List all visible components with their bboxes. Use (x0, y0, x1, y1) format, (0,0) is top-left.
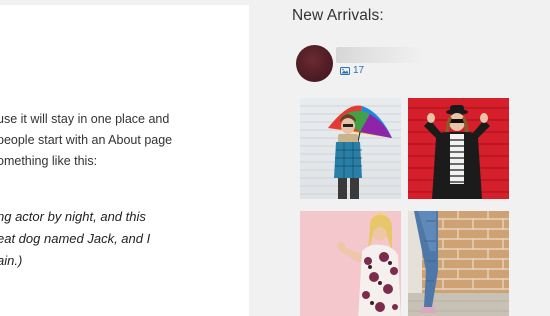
photo-image (300, 105, 401, 199)
paragraph-line: use it will stay in one place and (0, 112, 170, 126)
image-icon (340, 66, 350, 75)
sidebar: New Arrivals: 17 (249, 0, 550, 316)
page: use it will stay in one place and people… (0, 0, 550, 316)
avatar[interactable] (296, 45, 333, 82)
widget-title: New Arrivals: (292, 7, 384, 24)
photo-woman-pink-floral-dress[interactable] (300, 211, 401, 316)
example-quote: ng actor by night, and this eat dog name… (0, 206, 150, 272)
main-content: use it will stay in one place and people… (0, 5, 249, 316)
paragraph-line: omething like this: (0, 154, 98, 168)
quote-line: ng actor by night, and this (0, 209, 146, 224)
quote-line: eat dog named Jack, and I (0, 231, 151, 246)
body-paragraph: use it will stay in one place and people… (0, 109, 172, 172)
quote-line: ain.) (0, 253, 23, 268)
photo-image (408, 211, 509, 316)
photo-image (408, 105, 509, 199)
photo-woman-rainbow-umbrella[interactable] (300, 98, 401, 199)
photo-woman-red-wall-leather-jacket[interactable] (408, 98, 509, 199)
media-count-value: 17 (353, 65, 365, 76)
instagram-profile[interactable]: 17 (296, 44, 476, 84)
photo-person-jeans-brick-wall[interactable] (408, 211, 509, 316)
media-count[interactable]: 17 (340, 65, 364, 76)
username-placeholder[interactable] (336, 47, 424, 63)
photo-image (337, 213, 401, 316)
paragraph-line: people start with an About page (0, 133, 173, 147)
